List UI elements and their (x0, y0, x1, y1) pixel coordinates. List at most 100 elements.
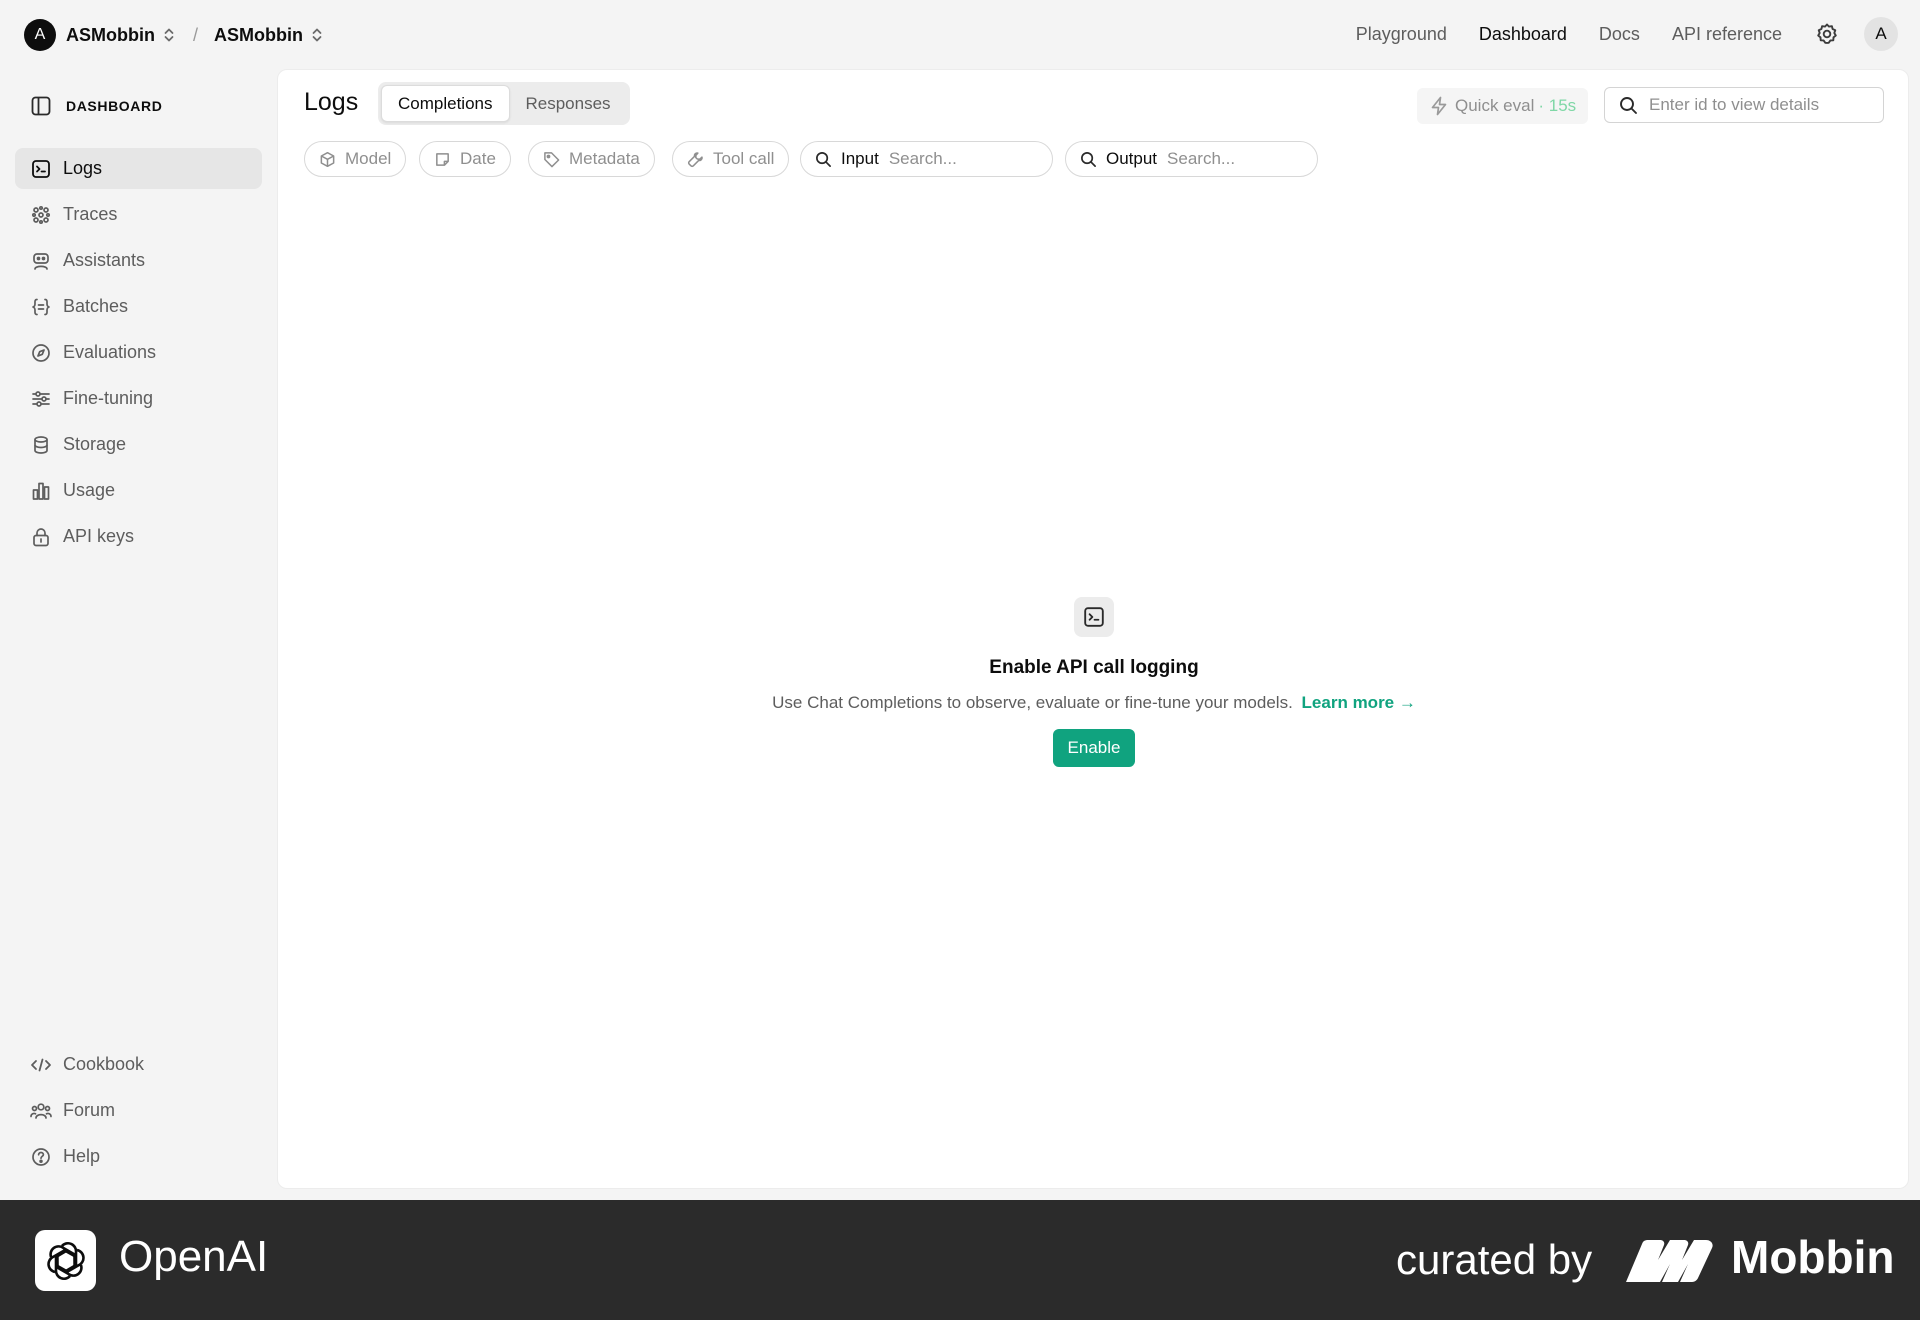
filter-input-label: Input (841, 149, 879, 168)
database-icon (30, 434, 52, 456)
filter-output-placeholder[interactable]: Search... (1167, 149, 1235, 169)
calendar-icon (434, 150, 452, 168)
empty-state-title: Enable API call logging (989, 657, 1199, 678)
traces-icon (30, 204, 52, 226)
mobbin-brand-name: Mobbin (1731, 1231, 1895, 1283)
org-avatar[interactable]: A (24, 19, 56, 51)
enable-button[interactable]: Enable (1052, 729, 1136, 767)
curated-by-text: curated by (1396, 1236, 1593, 1283)
sidebar-item-usage[interactable]: Usage (15, 470, 262, 511)
filter-output-search[interactable]: Output Search... (1065, 141, 1318, 177)
sidebar-item-label: Batches (63, 296, 129, 316)
help-icon (30, 1146, 52, 1168)
people-icon (30, 1100, 52, 1122)
sidebar-item-label: Fine-tuning (63, 388, 154, 408)
sidebar-item-label: Assistants (63, 250, 146, 270)
sidebar-item-label: Traces (63, 204, 118, 224)
chevron-up-down-icon[interactable] (163, 26, 177, 44)
sidebar: DASHBOARD Logs Traces Assistants Batches… (0, 70, 275, 1200)
filter-date-label: Date (460, 149, 496, 168)
compass-icon (30, 342, 52, 364)
sidebar-item-cookbook[interactable]: Cookbook (15, 1044, 262, 1085)
openai-brand-name: OpenAI (119, 1232, 269, 1281)
project-name[interactable]: ASMobbin (214, 25, 303, 46)
sidebar-item-storage[interactable]: Storage (15, 424, 262, 465)
lightning-icon (1429, 96, 1449, 116)
empty-state-description: Use Chat Completions to observe, evaluat… (278, 693, 1910, 713)
nav-api-reference[interactable]: API reference (1672, 24, 1782, 45)
sidebar-item-evaluations[interactable]: Evaluations (15, 332, 262, 373)
tab-completions[interactable]: Completions (381, 85, 510, 122)
page-title: Logs (304, 88, 359, 116)
footer-banner: OpenAI curated by Mobbin (0, 1200, 1920, 1320)
filter-input-placeholder[interactable]: Search... (889, 149, 957, 169)
main-panel: Logs Completions Responses Quick eval · … (277, 69, 1909, 1189)
filter-metadata-label: Metadata (569, 149, 640, 168)
search-icon (1619, 95, 1639, 115)
learn-more-link[interactable]: Learn more → (1302, 693, 1416, 712)
filter-model-label: Model (345, 149, 392, 168)
empty-state: Enable API call logging Use Chat Complet… (278, 597, 1910, 767)
sidebar-item-label: Evaluations (63, 342, 157, 362)
wrench-icon (687, 150, 705, 168)
braces-icon (30, 296, 52, 318)
sidebar-item-api-keys[interactable]: API keys (15, 516, 262, 557)
id-search-input[interactable] (1649, 95, 1869, 115)
sidebar-item-logs[interactable]: Logs (15, 148, 262, 189)
sidebar-title: DASHBOARD (66, 98, 163, 114)
gear-icon[interactable] (1814, 21, 1840, 47)
filter-tool-call-label: Tool call (713, 149, 775, 168)
filter-output-label: Output (1106, 149, 1158, 168)
nav-dashboard[interactable]: Dashboard (1479, 24, 1567, 45)
sidebar-item-forum[interactable]: Forum (15, 1090, 262, 1131)
sidebar-item-batches[interactable]: Batches (15, 286, 262, 327)
top-nav: Playground Dashboard Docs API reference … (1356, 14, 1898, 54)
search-icon (1080, 150, 1098, 168)
nav-docs[interactable]: Docs (1599, 24, 1640, 45)
filter-model[interactable]: Model (304, 141, 407, 177)
nav-playground[interactable]: Playground (1356, 24, 1447, 45)
top-bar: A ASMobbin / ASMobbin Playground Dashboa… (0, 0, 1920, 70)
quick-eval-button[interactable]: Quick eval · 15s (1417, 88, 1589, 124)
sidebar-item-fine-tuning[interactable]: Fine-tuning (15, 378, 262, 419)
mobbin-logo (1626, 1240, 1713, 1282)
sidebar-header[interactable]: DASHBOARD (30, 94, 162, 118)
filter-input-search[interactable]: Input Search... (800, 141, 1053, 177)
tab-responses[interactable]: Responses (510, 85, 627, 122)
sidebar-item-label: Logs (63, 158, 103, 178)
tag-icon (543, 150, 561, 168)
sidebar-item-label: Cookbook (63, 1054, 145, 1074)
sidebar-item-label: Usage (63, 480, 116, 500)
filter-date[interactable]: Date (419, 141, 511, 177)
sidebar-item-label: Storage (63, 434, 127, 454)
bar-chart-icon (30, 480, 52, 502)
sidebar-toggle-icon[interactable] (30, 95, 52, 117)
terminal-icon (1074, 597, 1114, 637)
sidebar-item-label: Help (63, 1146, 101, 1166)
filter-metadata[interactable]: Metadata (528, 141, 655, 177)
cube-icon (319, 150, 337, 168)
sidebar-item-traces[interactable]: Traces (15, 194, 262, 235)
empty-state-text: Use Chat Completions to observe, evaluat… (772, 693, 1293, 712)
user-avatar[interactable]: A (1864, 17, 1898, 51)
filter-tool-call[interactable]: Tool call (672, 141, 790, 177)
tabs-segmented-control: Completions Responses (378, 82, 630, 125)
quick-eval-label: Quick eval (1455, 96, 1535, 115)
code-icon (30, 1054, 52, 1076)
sidebar-item-help[interactable]: Help (15, 1136, 262, 1177)
openai-logo (35, 1230, 96, 1291)
chevron-up-down-icon[interactable] (311, 26, 325, 44)
lock-icon (30, 526, 52, 548)
org-switcher[interactable]: A ASMobbin / ASMobbin (24, 18, 325, 52)
breadcrumb-separator: / (192, 24, 198, 45)
quick-eval-timer: · 15s (1538, 96, 1577, 115)
sidebar-item-assistants[interactable]: Assistants (15, 240, 262, 281)
sidebar-item-label: Forum (63, 1100, 116, 1120)
robot-icon (30, 250, 52, 272)
org-name[interactable]: ASMobbin (66, 25, 155, 46)
search-icon (815, 150, 833, 168)
terminal-icon (30, 158, 52, 180)
id-search-field[interactable] (1604, 87, 1884, 123)
sidebar-item-label: API keys (63, 526, 135, 546)
sliders-icon (30, 388, 52, 410)
